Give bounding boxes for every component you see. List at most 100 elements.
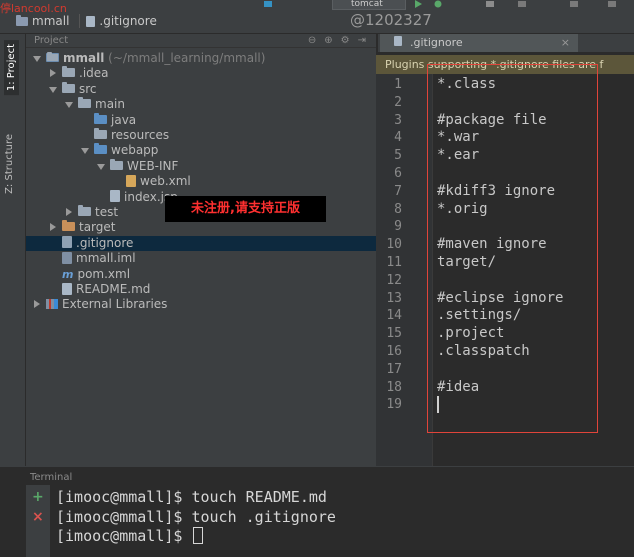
- line-number: 3: [394, 112, 402, 128]
- expand-arrow-icon[interactable]: [80, 144, 90, 159]
- collapse-arrow-icon[interactable]: [48, 67, 58, 82]
- md-file-icon: [62, 282, 72, 295]
- breadcrumb-file-label: .gitignore: [99, 14, 157, 28]
- line-number: 5: [394, 148, 402, 164]
- tree-item[interactable]: webapp: [26, 143, 376, 158]
- line-number: 1: [394, 77, 402, 92]
- tree-item-label: pom.xml: [77, 266, 131, 281]
- line-number: 2: [394, 94, 402, 110]
- editor-tab-bar: .gitignore ×: [378, 34, 634, 52]
- stop-icon[interactable]: [516, 0, 528, 8]
- collapse-arrow-icon[interactable]: [64, 206, 74, 221]
- coverage-icon[interactable]: [484, 0, 496, 8]
- expand-arrow-icon[interactable]: [96, 160, 106, 175]
- tree-item-label: java: [111, 112, 137, 127]
- tree-item[interactable]: External Libraries: [26, 297, 376, 312]
- tree-item-label: WEB-INF: [127, 158, 179, 173]
- libraries-icon: [46, 298, 58, 309]
- tree-item[interactable]: m pom.xml: [26, 267, 376, 282]
- tree-item-label: src: [79, 81, 97, 96]
- project-view-selector[interactable]: Project: [34, 35, 68, 46]
- expand-arrow-icon[interactable]: [48, 83, 58, 98]
- file-icon: [394, 36, 402, 46]
- tree-item-label: webapp: [111, 143, 159, 158]
- collapse-arrow-icon[interactable]: [32, 298, 42, 313]
- web-folder-icon: [94, 143, 107, 155]
- main-toolbar: mmall .gitignore tomcat @1202327: [0, 0, 634, 34]
- navigate-icon[interactable]: [262, 0, 274, 8]
- tree-item[interactable]: mmall (~/mmall_learning/mmall): [26, 51, 376, 66]
- new-session-icon[interactable]: +: [32, 489, 44, 505]
- xml-file-icon: [126, 174, 136, 187]
- run-configuration-label: tomcat: [351, 0, 383, 9]
- terminal-prompt: [imooc@mmall]$: [56, 527, 192, 545]
- line-number: 18: [386, 379, 402, 395]
- settings-gear-icon[interactable]: ⚙: [341, 35, 350, 46]
- tree-item[interactable]: .gitignore: [26, 235, 376, 251]
- scroll-from-source-icon[interactable]: ⊕: [324, 35, 332, 46]
- source-folder-icon: [94, 112, 107, 124]
- tree-item[interactable]: web.xml: [26, 174, 376, 189]
- tree-item[interactable]: README.md: [26, 282, 376, 297]
- resources-folder-icon: [94, 128, 107, 139]
- tree-item[interactable]: WEB-INF: [26, 158, 376, 175]
- folder-icon: [62, 66, 75, 78]
- line-number: 14: [386, 308, 402, 324]
- line-number: 6: [394, 166, 402, 181]
- line-number: 4: [394, 130, 402, 146]
- close-session-icon[interactable]: ×: [32, 509, 44, 525]
- registration-banner: 未注册,请支持正版: [165, 196, 326, 222]
- tree-item-label: External Libraries: [62, 297, 168, 312]
- tree-item-path: (~/mmall_learning/mmall): [104, 51, 266, 65]
- collapse-all-icon[interactable]: ⊖: [308, 35, 316, 46]
- breadcrumb-item-project[interactable]: mmall: [10, 14, 75, 28]
- tree-item-label: .idea: [79, 66, 109, 81]
- tab-structure[interactable]: Z: Structure: [4, 134, 15, 194]
- close-icon[interactable]: ×: [561, 34, 570, 52]
- collapse-arrow-icon[interactable]: [48, 221, 58, 236]
- jsp-file-icon: [110, 190, 120, 203]
- terminal-title: Terminal: [30, 472, 73, 483]
- tab-project[interactable]: 1: Project: [4, 40, 19, 96]
- vcs-icon[interactable]: [568, 0, 580, 8]
- tree-item-label: mmall.iml: [76, 251, 136, 266]
- line-number: 13: [386, 290, 402, 306]
- settings-icon[interactable]: [606, 0, 618, 8]
- folder-icon: [110, 158, 123, 170]
- expand-arrow-icon[interactable]: [32, 52, 42, 67]
- tree-item[interactable]: resources: [26, 128, 376, 143]
- tree-item[interactable]: mmall.iml: [26, 251, 376, 266]
- tree-item[interactable]: src: [26, 81, 376, 98]
- line-number-gutter: 1 2 3 4 5 6 7 8 9 10 11 12 13 14 15 16 17 18 19: [376, 74, 432, 466]
- line-number: 15: [386, 326, 402, 342]
- tree-item[interactable]: .idea: [26, 66, 376, 81]
- tree-item[interactable]: java: [26, 112, 376, 128]
- line-number: 16: [386, 344, 402, 359]
- breadcrumb-project-label: mmall: [32, 14, 70, 28]
- tree-item[interactable]: target: [26, 220, 376, 235]
- debug-icon[interactable]: [432, 0, 444, 8]
- terminal-prompt-line[interactable]: [imooc@mmall]$: [56, 527, 204, 545]
- breadcrumb-item-file[interactable]: .gitignore: [79, 14, 162, 28]
- terminal-cursor: [193, 527, 204, 544]
- editor-tab-label: .gitignore: [410, 36, 463, 49]
- tree-item[interactable]: main: [26, 97, 376, 112]
- hide-panel-icon[interactable]: ⇥: [358, 35, 366, 46]
- line-number: 17: [386, 361, 402, 377]
- folder-icon: [16, 14, 28, 26]
- terminal-line: [imooc@mmall]$ touch .gitignore: [56, 508, 336, 526]
- excluded-folder-icon: [62, 220, 75, 232]
- project-panel-header: Project ⊖ ⊕ ⚙ ⇥: [26, 34, 376, 48]
- project-tool-window: Project ⊖ ⊕ ⚙ ⇥ mmall (~/mmall_learning/…: [26, 34, 376, 466]
- site-watermark: 停lancool.cn: [0, 2, 67, 15]
- file-icon: [86, 15, 96, 27]
- terminal-line: [imooc@mmall]$ touch README.md: [56, 488, 327, 506]
- expand-arrow-icon[interactable]: [64, 98, 74, 113]
- tree-item-label: main: [95, 97, 125, 112]
- user-watermark: @1202327: [350, 11, 432, 29]
- tab-gitignore[interactable]: .gitignore ×: [380, 34, 578, 52]
- folder-icon: [78, 205, 91, 216]
- run-configuration-select[interactable]: tomcat: [332, 0, 406, 10]
- run-icon[interactable]: [412, 0, 424, 8]
- terminal-panel[interactable]: Terminal + × [imooc@mmall]$ touch README…: [0, 466, 634, 557]
